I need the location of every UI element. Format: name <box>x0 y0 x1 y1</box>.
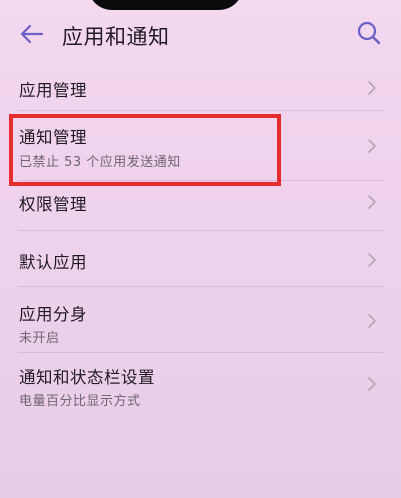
settings-item-label: 应用分身 <box>19 305 87 324</box>
back-arrow-icon <box>20 24 44 44</box>
chevron-right-icon <box>368 195 376 209</box>
settings-item-label: 通知和状态栏设置 <box>19 368 155 387</box>
settings-item-subtitle: 未开启 <box>19 331 60 346</box>
chevron-right-icon <box>368 81 376 95</box>
settings-item-app-twin[interactable]: 应用分身 未开启 <box>0 287 401 353</box>
settings-item-app-management[interactable]: 应用管理 <box>0 65 401 111</box>
settings-item-label: 权限管理 <box>19 195 87 214</box>
settings-item-notification-statusbar[interactable]: 通知和状态栏设置 电量百分比显示方式 <box>0 353 401 423</box>
app-bar: 应用和通知 <box>0 0 401 68</box>
chevron-right-icon <box>368 139 376 153</box>
settings-item-subtitle: 电量百分比显示方式 <box>19 394 141 409</box>
settings-item-label: 默认应用 <box>19 253 87 272</box>
highlight-box <box>9 114 281 186</box>
settings-item-label: 应用管理 <box>19 81 87 100</box>
page-title: 应用和通知 <box>62 25 170 49</box>
chevron-right-icon <box>368 253 376 267</box>
back-button[interactable] <box>18 22 46 46</box>
search-icon <box>357 21 381 45</box>
search-button[interactable] <box>355 19 383 47</box>
chevron-right-icon <box>368 314 376 328</box>
settings-item-permission-management[interactable]: 权限管理 <box>0 181 401 231</box>
chevron-right-icon <box>368 377 376 391</box>
settings-item-default-apps[interactable]: 默认应用 <box>0 231 401 287</box>
